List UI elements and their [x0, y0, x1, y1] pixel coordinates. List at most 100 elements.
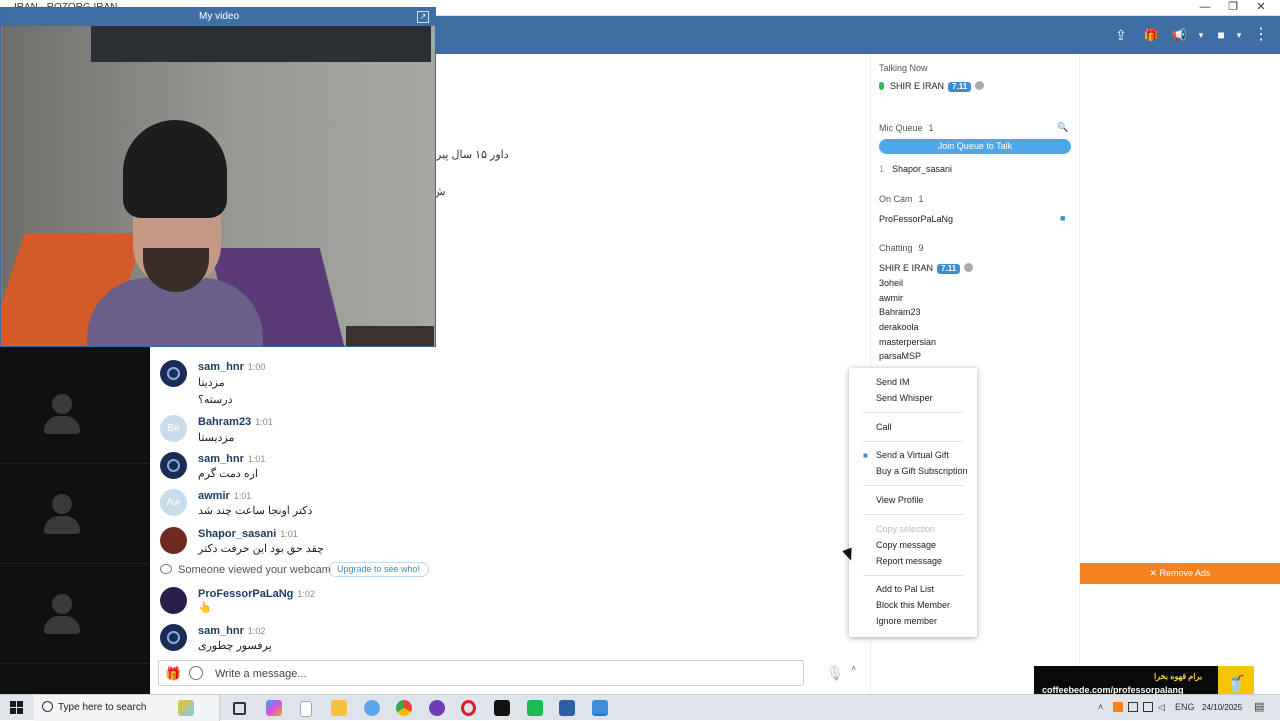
chatting-user[interactable]: SHIR E IRAN 7.11	[879, 263, 974, 274]
my-video-window[interactable]: My video ↗	[0, 7, 436, 347]
expand-icon[interactable]: ↗	[417, 11, 429, 23]
username[interactable]: sam_hnr	[198, 453, 244, 465]
queue-item[interactable]: 1 Shapor_sasani	[879, 164, 952, 174]
send-gift-item[interactable]: Send a Virtual Gift	[876, 450, 949, 460]
message-user[interactable]: ProFessorPaLaNg 1:02	[198, 588, 315, 600]
empty-camera-slot	[0, 464, 150, 564]
restore-button[interactable]: ❐	[1218, 0, 1248, 16]
message-user[interactable]: Shapor_sasani 1:01	[198, 528, 298, 540]
chrome-icon[interactable]	[396, 700, 412, 716]
ad-headline: برام قهوه بخرا	[1154, 672, 1203, 681]
language-indicator[interactable]: ENG	[1175, 702, 1195, 712]
join-queue-button[interactable]: Join Queue to Talk	[879, 139, 1071, 154]
eye-icon	[160, 564, 172, 574]
username[interactable]: awmir	[198, 490, 230, 502]
view-profile-item[interactable]: View Profile	[876, 495, 923, 505]
user-placeholder-body	[44, 616, 80, 634]
remove-ads-button[interactable]: ✕ Remove Ads	[1080, 563, 1280, 584]
terminal-icon[interactable]	[494, 700, 510, 716]
username[interactable]: Shapor_sasani	[198, 528, 276, 540]
level-badge: 7.11	[948, 82, 972, 92]
tray-app-icon[interactable]	[1113, 702, 1123, 712]
task-view-icon[interactable]	[233, 702, 246, 715]
search-placeholder[interactable]: Type here to search	[58, 702, 146, 713]
on-cam-user[interactable]: ProFessorPaLaNg	[879, 214, 953, 224]
volume-icon[interactable]: ◁	[1158, 702, 1165, 713]
gift-icon[interactable]: 🎁	[1138, 22, 1164, 48]
message-user[interactable]: Bahram23 1:01	[198, 416, 273, 428]
video-title[interactable]: My video	[1, 8, 435, 26]
more-icon[interactable]: ⋮	[1248, 22, 1274, 48]
chatting-user[interactable]: masterpersian	[879, 337, 936, 347]
username[interactable]: sam_hnr	[198, 625, 244, 637]
copilot-icon[interactable]	[266, 700, 282, 716]
network-icon[interactable]	[1143, 702, 1153, 712]
message-input[interactable]	[215, 665, 795, 682]
app-green-icon[interactable]	[527, 700, 543, 716]
opera-icon[interactable]	[461, 700, 476, 716]
avatar[interactable]	[160, 587, 187, 614]
copy-message-item[interactable]: Copy message	[876, 540, 936, 550]
username[interactable]: ProFessorPaLaNg	[198, 588, 293, 600]
username[interactable]: Bahram23	[198, 416, 251, 428]
talking-now-user[interactable]: SHIR E IRAN 7.11	[879, 81, 985, 92]
send-whisper-item[interactable]: Send Whisper	[876, 393, 933, 403]
clock-date[interactable]: 24/10/2025	[1202, 703, 1242, 712]
close-button[interactable]: ✕	[1246, 0, 1276, 16]
message-user[interactable]: sam_hnr 1:02	[198, 625, 265, 637]
app-icon[interactable]	[429, 700, 445, 716]
window-app-icon[interactable]	[559, 700, 575, 716]
avatar[interactable]: Aw	[160, 489, 187, 516]
message-text: درسته؟	[198, 394, 233, 406]
avatar[interactable]	[160, 527, 187, 554]
share-icon[interactable]: ⇪	[1108, 22, 1134, 48]
settings-icon[interactable]	[975, 81, 985, 90]
file-explorer-icon[interactable]	[331, 700, 347, 716]
chatting-user[interactable]: derakoola	[879, 322, 919, 332]
username[interactable]: sam_hnr	[198, 361, 244, 373]
buy-gift-item[interactable]: Buy a Gift Subscription	[876, 466, 968, 476]
notifications-icon[interactable]: ▤	[1254, 700, 1264, 713]
chatting-user[interactable]: awmir	[879, 293, 903, 303]
avatar[interactable]	[160, 624, 187, 651]
windows-start-icon[interactable]	[10, 701, 24, 715]
username[interactable]: Shapor_sasani	[892, 164, 952, 174]
mic-button[interactable]: 🎙 ˄	[812, 660, 858, 686]
message-user[interactable]: sam_hnr 1:01	[198, 453, 265, 465]
chevron-up-icon[interactable]: ˄	[851, 656, 856, 682]
call-item[interactable]: Call	[876, 422, 892, 432]
block-member-item[interactable]: Block this Member	[876, 600, 950, 610]
message-user[interactable]: sam_hnr 1:00	[198, 361, 265, 373]
on-cam-count: 1	[918, 194, 924, 204]
video-camera-icon[interactable]: ■	[1060, 213, 1065, 223]
upgrade-button[interactable]: Upgrade to see who!	[328, 562, 430, 577]
gift-icon[interactable]: 🎁	[165, 666, 181, 682]
notepad-icon[interactable]	[300, 701, 312, 717]
messenger-icon[interactable]	[364, 700, 380, 716]
paltalk-icon[interactable]	[592, 700, 608, 716]
timestamp: 1:01	[233, 491, 252, 501]
message-user[interactable]: awmir 1:01	[198, 490, 251, 502]
ignore-member-item[interactable]: Ignore member	[876, 616, 937, 626]
add-pal-item[interactable]: Add to Pal List	[876, 584, 934, 594]
emoji-icon[interactable]	[189, 666, 203, 680]
copilot-sparkle-icon[interactable]	[178, 700, 194, 716]
username[interactable]: SHIR E IRAN	[879, 263, 933, 273]
avatar[interactable]: Ba	[160, 415, 187, 442]
username[interactable]: SHIR E IRAN	[890, 81, 944, 91]
settings-icon[interactable]	[964, 263, 974, 272]
send-im-item[interactable]: Send IM	[876, 377, 910, 387]
minimize-button[interactable]: —	[1190, 0, 1220, 16]
tray-expand-icon[interactable]: ˄	[1098, 702, 1103, 712]
chatting-user[interactable]: 3oheil	[879, 278, 903, 288]
chatting-user[interactable]: parsaMSP	[879, 351, 921, 361]
chatting-user[interactable]: Bahram23	[879, 307, 921, 317]
report-message-item[interactable]: Report message	[876, 556, 942, 566]
message-text: اره دمت گرم	[198, 468, 258, 480]
tray-window-icon[interactable]	[1128, 702, 1138, 712]
menu-divider	[863, 441, 963, 442]
mic-muted-icon[interactable]: 🎙	[826, 665, 844, 681]
avatar[interactable]	[160, 452, 187, 479]
avatar[interactable]	[160, 360, 187, 387]
search-icon[interactable]: 🔍	[1057, 122, 1068, 133]
